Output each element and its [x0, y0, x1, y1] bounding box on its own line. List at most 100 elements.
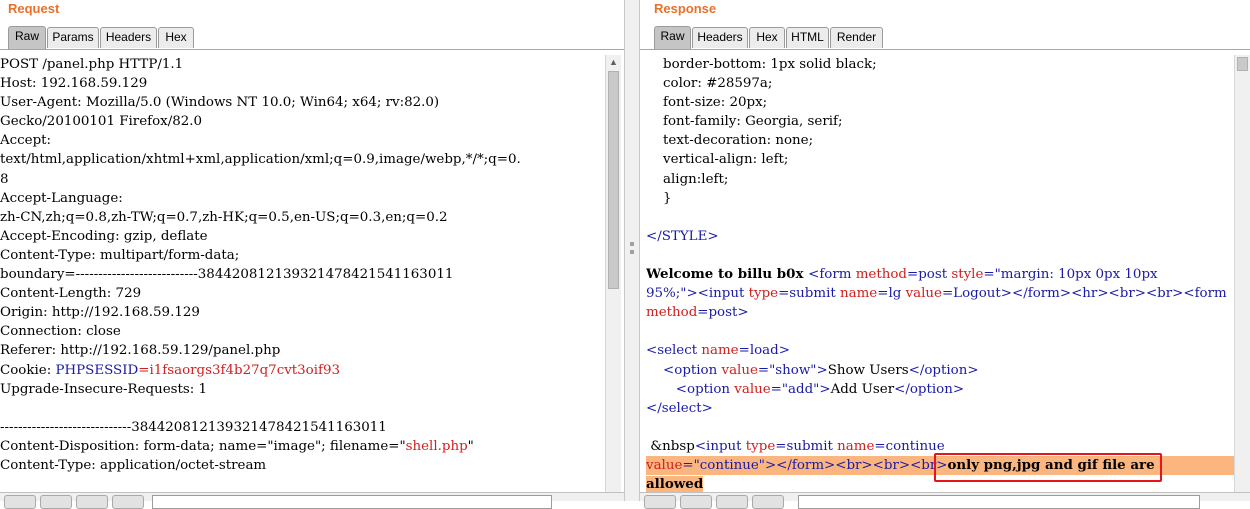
value-text: ="continue"	[682, 457, 765, 473]
prev-button[interactable]	[40, 495, 72, 509]
cookie-line: Cookie: PHPSESSID=i1fsaorgs3f4b27q7cvt3o…	[0, 361, 605, 380]
css-line: }	[646, 190, 672, 206]
value-text: ="margin: 10px 0px 10px	[983, 267, 1158, 283]
tag-text: ><input	[686, 286, 749, 302]
request-line: Content-Type: application/octet-stream	[0, 457, 267, 473]
option-text: Add User	[830, 381, 895, 397]
cookie-name: PHPSESSID	[55, 362, 139, 378]
disposition-prefix: Content-Disposition: form-data; name="im…	[0, 438, 406, 454]
tag-text: <input	[694, 438, 746, 454]
code-line: <option value="add">Add User</option>	[675, 381, 965, 397]
request-line: text/html,application/xhtml+xml,applicat…	[0, 152, 521, 168]
request-scroll-thumb[interactable]	[608, 71, 619, 289]
divider-grip	[630, 250, 634, 254]
request-line: Content-Length: 729	[0, 286, 142, 302]
attr-text: name	[837, 438, 875, 454]
value-text: =submit	[778, 286, 840, 302]
request-tab-params[interactable]: Params	[47, 27, 99, 48]
code-line: method=post>	[646, 303, 1242, 322]
attr-text: value	[905, 286, 942, 302]
tag-text: <form	[808, 267, 856, 283]
response-scrollbar[interactable]	[1234, 55, 1250, 492]
response-editor[interactable]: border-bottom: 1px solid black; color: #…	[646, 55, 1242, 501]
css-line: align:left;	[646, 171, 729, 187]
attr-text: value	[646, 457, 683, 473]
value-text: =post	[906, 267, 952, 283]
next-button[interactable]	[112, 495, 144, 509]
code-line: <select name=load>	[646, 341, 1242, 360]
response-tab-render[interactable]: Render	[830, 27, 883, 48]
disposition-line: Content-Disposition: form-data; name="im…	[0, 437, 605, 456]
tag-text: ></form><br><br><br>	[764, 457, 948, 473]
nbsp-text: &nbsp	[650, 438, 695, 454]
upload-error-message: only png,jpg and gif file	[947, 456, 1126, 473]
request-editor[interactable]: POST /panel.php HTTP/1.1 Host: 192.168.5…	[0, 55, 605, 501]
request-line: POST /panel.php HTTP/1.1	[0, 57, 184, 72]
request-pane: Request Raw Params Headers Hex POST /pan…	[0, 0, 624, 509]
attr-text: value	[734, 381, 771, 397]
response-tabbar: Raw Headers Hex HTML Render	[640, 25, 1250, 50]
response-tab-headers[interactable]: Headers	[692, 27, 748, 48]
css-line: font-family: Georgia, serif;	[646, 114, 843, 130]
request-bottom-toolbar	[0, 492, 624, 509]
attr-text: type	[748, 286, 779, 302]
request-line: Content-Type: multipart/form-data;	[0, 247, 240, 263]
response-tab-html[interactable]: HTML	[786, 27, 829, 48]
tag-text: <option	[663, 362, 722, 378]
attr-text: method	[646, 305, 698, 321]
value-text: ="add"	[770, 381, 820, 397]
request-line: Gecko/20100101 Firefox/82.0	[0, 114, 203, 130]
request-tab-raw[interactable]: Raw	[8, 26, 46, 49]
tag-text: </option>	[908, 362, 979, 378]
attr-text: name	[839, 286, 878, 302]
response-title: Response	[654, 1, 717, 16]
next-button[interactable]	[752, 495, 784, 509]
request-line	[0, 399, 605, 418]
css-line: text-decoration: none;	[646, 133, 814, 149]
request-tab-headers[interactable]: Headers	[100, 27, 157, 48]
welcome-text: Welcome to billu b0x	[646, 266, 809, 283]
upload-error-message-end: allowed	[646, 476, 704, 493]
add-button[interactable]	[716, 495, 748, 509]
cookie-value: =i1fsaorgs3f4b27q7cvt3oif93	[138, 362, 341, 378]
highlighted-line: value="continue"></form><br><br><br>only…	[646, 455, 1242, 476]
select-close-tag: </select>	[646, 400, 713, 416]
value-text: 95%;"	[646, 286, 687, 302]
prev-button[interactable]	[680, 495, 712, 509]
divider-grip	[630, 242, 634, 246]
add-button[interactable]	[76, 495, 108, 509]
response-search-input[interactable]	[798, 495, 1200, 509]
request-line: Origin: http://192.168.59.129	[0, 305, 200, 321]
response-scroll-thumb[interactable]	[1237, 57, 1248, 71]
attr-text: style	[951, 267, 984, 283]
disposition-suffix: "	[467, 438, 474, 454]
style-close-tag: </STYLE>	[646, 228, 719, 244]
help-button[interactable]	[4, 495, 36, 509]
tag-text: </option>	[894, 381, 965, 397]
code-line: &nbsp<input type=submit name=continue	[646, 437, 1242, 456]
css-line: border-bottom: 1px solid black;	[646, 57, 877, 72]
scroll-up-icon[interactable]: ▲	[606, 55, 621, 69]
response-bottom-toolbar	[640, 492, 1250, 509]
request-line: Accept-Encoding: gzip, deflate	[0, 228, 208, 244]
request-scrollbar[interactable]: ▲	[605, 55, 621, 492]
response-pane: Response Raw Headers Hex HTML Render bor…	[640, 0, 1250, 509]
upload-filename: shell.php	[405, 438, 468, 454]
request-search-input[interactable]	[152, 495, 552, 509]
help-button[interactable]	[644, 495, 676, 509]
value-text: =continue	[874, 438, 945, 454]
request-line: -----------------------------38442081213…	[0, 419, 387, 435]
pane-divider[interactable]	[624, 0, 640, 501]
response-tab-hex[interactable]: Hex	[749, 27, 785, 48]
upload-error-message-cont: are	[1125, 456, 1155, 473]
welcome-line: Welcome to billu b0x <form method=post s…	[646, 265, 1242, 284]
response-tab-raw[interactable]: Raw	[654, 26, 691, 49]
value-text: =submit	[775, 438, 838, 454]
request-line: User-Agent: Mozilla/5.0 (Windows NT 10.0…	[0, 95, 440, 111]
request-tab-hex[interactable]: Hex	[158, 27, 194, 48]
request-line: Connection: close	[0, 324, 121, 340]
